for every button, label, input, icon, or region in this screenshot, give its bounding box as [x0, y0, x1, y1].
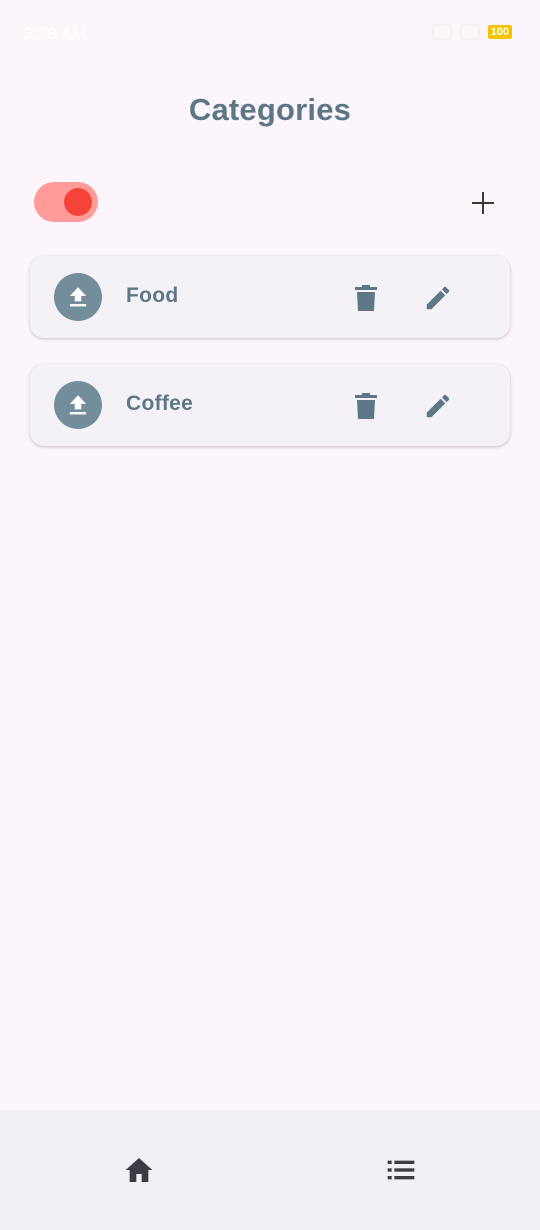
plus-icon [472, 192, 494, 214]
list-icon [387, 1160, 415, 1180]
home-icon [125, 1158, 153, 1182]
bottom-navigation [0, 1110, 540, 1230]
nav-list[interactable] [379, 1148, 423, 1192]
pencil-icon [426, 286, 450, 310]
nav-home[interactable] [117, 1148, 161, 1192]
category-label: Food [126, 284, 179, 307]
status-icons: 100 [431, 24, 512, 40]
pencil-icon [426, 394, 450, 418]
category-card[interactable]: Coffee [30, 364, 510, 446]
edit-button[interactable] [418, 278, 458, 318]
delete-button[interactable] [346, 278, 386, 318]
category-avatar [54, 273, 102, 321]
toggle-switch[interactable] [34, 182, 98, 222]
status-bar: 3:28 AM 100 [0, 0, 540, 66]
category-label: Coffee [126, 392, 194, 415]
category-card[interactable]: Food [30, 256, 510, 338]
edit-button[interactable] [418, 386, 458, 426]
trash-icon [355, 285, 377, 311]
trash-icon [355, 393, 377, 419]
delete-button[interactable] [346, 386, 386, 426]
add-category-button[interactable] [462, 182, 504, 224]
signal-icon [459, 24, 480, 40]
wifi-icon [431, 24, 452, 40]
toggle-knob [64, 188, 92, 216]
upload-icon [69, 287, 87, 307]
page-title: Categories [188, 92, 352, 127]
upload-icon [69, 395, 87, 415]
status-time: 3:28 AM [24, 24, 87, 43]
category-avatar [54, 381, 102, 429]
battery-indicator: 100 [487, 25, 512, 39]
